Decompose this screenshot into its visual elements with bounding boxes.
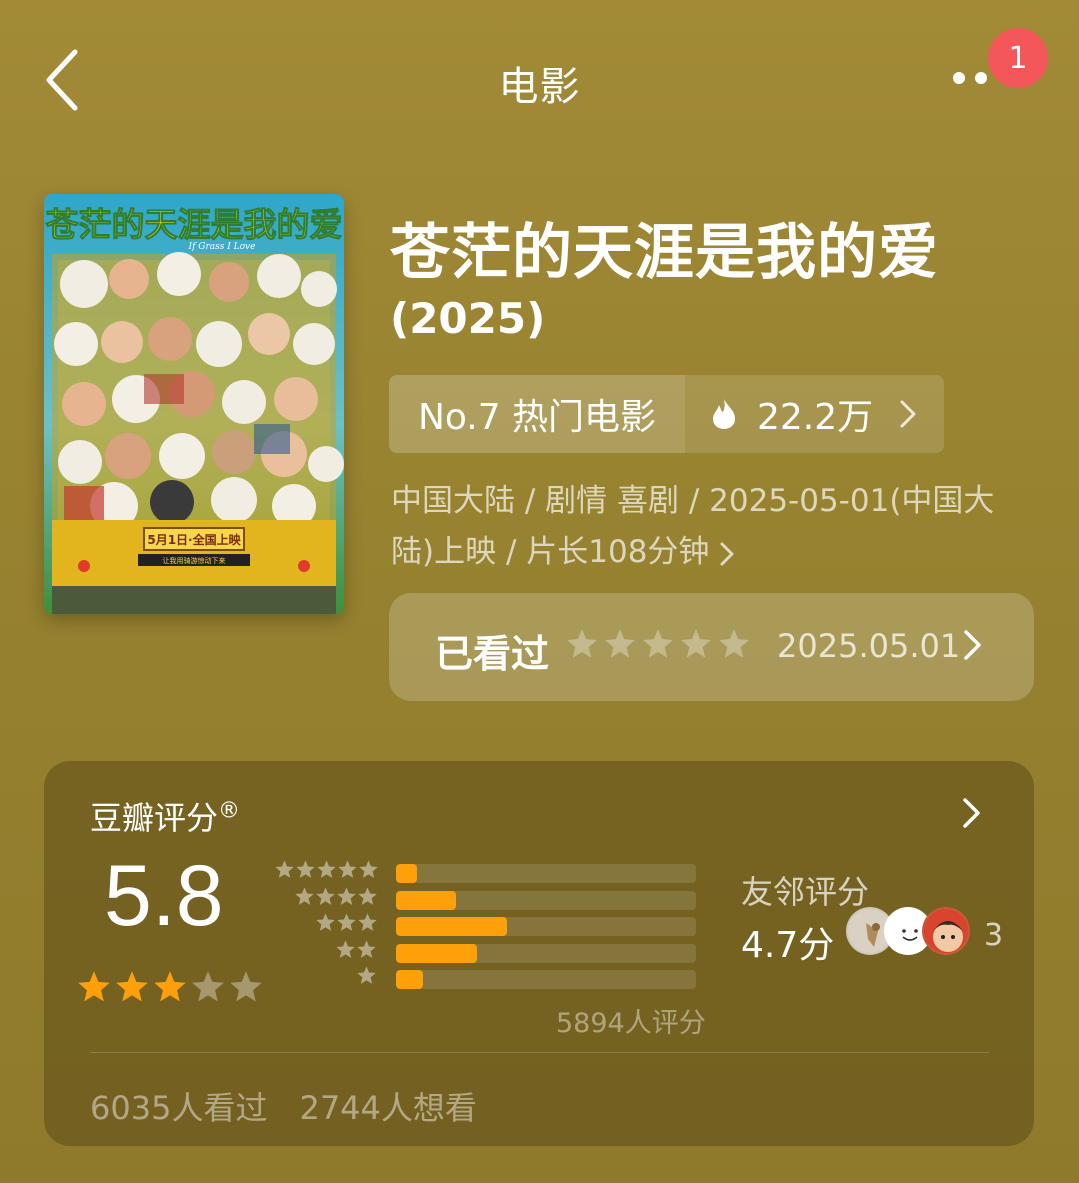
distribution-row <box>276 939 716 965</box>
distribution-bar <box>396 943 477 963</box>
star-empty-icon[interactable] <box>717 627 751 661</box>
chevron-right-icon <box>964 630 981 660</box>
heat-button[interactable]: 22.2万 <box>685 375 944 453</box>
distribution-row <box>276 912 716 938</box>
rank-label[interactable]: No.7 热门电影 <box>389 375 685 453</box>
movie-title: 苍茫的天涯是我的爱 <box>390 218 939 288</box>
rating-count: 5894人评分 <box>556 1008 706 1039</box>
rating-card: 豆瓣评分® 5.8 5894人评分 友邻评分 4.7分 3 6035人看过 274… <box>44 761 1034 1146</box>
more-dot-icon <box>975 72 987 84</box>
divider <box>90 1052 989 1053</box>
small-star-icon <box>315 913 335 931</box>
rating-title: 豆瓣评分® <box>90 793 240 839</box>
distribution-row <box>276 886 716 912</box>
distribution-track <box>396 917 696 936</box>
small-star-icon <box>337 860 357 878</box>
rating-score: 5.8 <box>104 848 224 944</box>
distribution-bar <box>396 917 507 936</box>
poster-release-text: 5月1日·全国上映 <box>147 532 241 547</box>
small-star-icon <box>356 966 376 984</box>
poster-sub-text: 让我用骑游惊动下来 <box>163 556 226 565</box>
small-star-icon <box>295 860 315 878</box>
more-dot-icon <box>953 72 965 84</box>
star-empty-icon[interactable] <box>565 627 599 661</box>
top-bar: 电影 1 <box>0 0 1079 160</box>
rank-box: No.7 热门电影 22.2万 <box>389 375 944 453</box>
poster-image: 5月1日·全国上映 让我用骑游惊动下来 苍茫的天涯是我的爱 If Grass I… <box>44 194 344 614</box>
small-star-icon <box>357 939 376 958</box>
chevron-right-icon[interactable] <box>962 797 982 829</box>
rating-title-text: 豆瓣评分 <box>90 799 219 837</box>
friend-count: 3 <box>984 918 1004 953</box>
star-filled-icon <box>78 971 110 1002</box>
notification-badge[interactable]: 1 <box>988 28 1048 88</box>
movie-poster[interactable]: 5月1日·全国上映 让我用骑游惊动下来 苍茫的天涯是我的爱 If Grass I… <box>44 194 344 614</box>
small-star-icon <box>316 860 336 878</box>
registered-mark: ® <box>218 798 241 824</box>
star-empty-icon[interactable] <box>641 627 675 661</box>
chevron-right-icon <box>720 542 734 565</box>
distribution-stars <box>356 965 377 986</box>
distribution-row <box>274 859 716 885</box>
watched-date: 2025.05.01 <box>777 627 961 665</box>
distribution-track <box>396 864 696 883</box>
avatar[interactable] <box>922 907 970 955</box>
user-rating-stars[interactable] <box>565 627 751 661</box>
rating-stars <box>76 969 264 1005</box>
small-star-icon <box>336 939 355 958</box>
distribution-stars <box>335 939 377 960</box>
distribution-row <box>276 965 716 991</box>
heat-value: 22.2万 <box>757 397 874 438</box>
star-empty-icon[interactable] <box>603 627 637 661</box>
watched-label: 已看过 <box>435 632 550 676</box>
watched-button[interactable]: 已看过 2025.05.01 <box>389 593 1034 701</box>
movie-meta-text: 中国大陆 / 剧情 喜剧 / 2025-05-01(中国大陆)上映 / 片长10… <box>391 483 995 570</box>
star-empty-icon <box>230 971 262 1002</box>
distribution-bar <box>396 970 423 989</box>
movie-year: (2025) <box>390 294 546 343</box>
distribution-stars <box>294 886 378 907</box>
distribution-stars <box>315 912 378 933</box>
star-filled-icon <box>154 971 186 1002</box>
friend-avatars[interactable] <box>846 907 986 957</box>
distribution-track <box>396 890 696 910</box>
star-empty-icon[interactable] <box>679 627 713 661</box>
distribution-stars <box>274 859 379 880</box>
chevron-right-icon <box>900 400 916 428</box>
poster-english-text: If Grass I Love <box>188 242 256 252</box>
distribution-track <box>396 943 696 963</box>
small-star-icon <box>358 860 378 878</box>
star-filled-icon <box>116 971 148 1002</box>
star-empty-icon <box>192 971 224 1002</box>
wish-count[interactable]: 2744人想看 <box>299 1089 476 1127</box>
distribution-bar <box>396 890 456 910</box>
friend-rating-score: 4.7分 <box>741 925 835 966</box>
page-title: 电影 <box>498 64 581 110</box>
rating-footer: 6035人看过 2744人想看 <box>90 1083 477 1129</box>
poster-title-text: 苍茫的天涯是我的爱 <box>46 205 343 244</box>
small-star-icon <box>274 860 294 878</box>
movie-meta[interactable]: 中国大陆 / 剧情 喜剧 / 2025-05-01(中国大陆)上映 / 片长10… <box>391 476 1021 578</box>
small-star-icon <box>358 886 377 905</box>
small-star-icon <box>337 886 356 905</box>
distribution-track <box>396 970 696 989</box>
small-star-icon <box>357 913 377 931</box>
distribution-bar <box>396 864 417 883</box>
small-star-icon <box>336 913 356 931</box>
watched-count[interactable]: 6035人看过 <box>90 1089 267 1127</box>
small-star-icon <box>316 886 335 905</box>
small-star-icon <box>295 886 314 905</box>
fire-icon <box>713 399 735 429</box>
